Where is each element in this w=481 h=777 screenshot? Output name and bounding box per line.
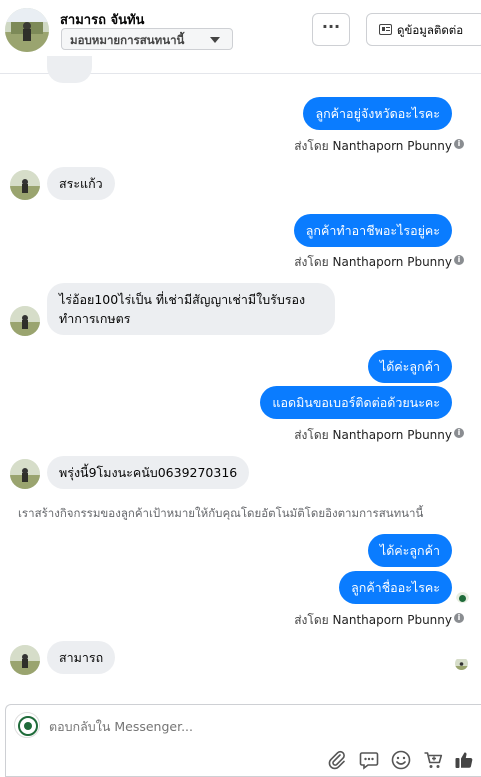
message-bubble-incoming: ไร่อ้อย100ไร่เป็น ที่เช่ามีสัญญาเช่ามีใบ… (47, 283, 335, 335)
sent-by-prefix: ส่งโดย (294, 613, 329, 627)
like-icon[interactable] (453, 749, 475, 771)
contact-name[interactable]: สามารถ จันทัน (60, 9, 144, 30)
emoji-icon[interactable] (390, 749, 412, 771)
paperclip-icon[interactable] (326, 749, 348, 771)
sent-by-prefix: ส่งโดย (294, 139, 329, 153)
message-bubble-outgoing: ลูกค้าทำอาชีพอะไรอยู่คะ (293, 214, 452, 247)
view-contact-label: ดูข้อมูลติดต่อ (397, 23, 464, 37)
contact-avatar-small[interactable] (10, 170, 40, 200)
sender-name: Nanthaporn Pbunny (332, 428, 452, 442)
more-options-button[interactable]: ··· (312, 13, 350, 46)
info-icon[interactable]: i (454, 139, 464, 149)
sent-by-label: ส่งโดย Nanthaporn Pbunny (294, 611, 452, 630)
sent-by-label: ส่งโดย Nanthaporn Pbunny (294, 426, 452, 445)
sent-by-label: ส่งโดย Nanthaporn Pbunny (294, 137, 452, 156)
sent-by-prefix: ส่งโดย (294, 428, 329, 442)
message-bubble-incoming: พรุ่งนี้9โมงนะคนับ0639270316 (47, 456, 250, 489)
contact-avatar[interactable] (5, 8, 49, 52)
message-bubble-incoming: สระแก้ว (47, 167, 115, 200)
sender-name: Nanthaporn Pbunny (332, 613, 452, 627)
info-icon[interactable]: i (454, 613, 464, 623)
system-activity-note: เราสร้างกิจกรรมของลูกค้าเป้าหมายให้กับคุ… (18, 506, 424, 520)
message-bubble-incoming: สามารถ (47, 641, 116, 674)
sent-by-label: ส่งโดย Nanthaporn Pbunny (294, 253, 452, 272)
assign-conversation-dropdown[interactable]: มอบหมายการสนทนานี้ (61, 28, 233, 50)
assign-conversation-label: มอบหมายการสนทนานี้ (70, 33, 185, 47)
message-bubble-outgoing: ได้ค่ะลูกค้า (367, 350, 452, 383)
message-bubble-outgoing: ลูกค้าอยู่จังหวัดอะไรคะ (303, 97, 452, 130)
sender-name: Nanthaporn Pbunny (332, 139, 452, 153)
reply-input[interactable] (49, 719, 349, 734)
reply-composer (5, 704, 481, 777)
message-bubble-outgoing: ได้ค่ะลูกค้า (367, 534, 452, 567)
message-bubble-outgoing: ลูกค้าชื่ออะไรคะ (339, 571, 452, 604)
view-contact-button[interactable]: ดูข้อมูลติดต่อ (366, 13, 481, 46)
info-icon[interactable]: i (454, 428, 464, 438)
seen-avatar-icon (455, 657, 468, 670)
message-bubble-truncated (47, 56, 92, 83)
contact-avatar-small[interactable] (10, 645, 40, 675)
caret-down-icon (210, 37, 220, 43)
sender-name: Nanthaporn Pbunny (332, 255, 452, 269)
contact-avatar-small[interactable] (10, 459, 40, 489)
cart-icon[interactable] (422, 749, 444, 771)
info-icon[interactable]: i (454, 255, 464, 265)
contact-avatar-small[interactable] (10, 306, 40, 336)
seen-avatar-icon (456, 590, 469, 603)
page-avatar (14, 712, 40, 738)
message-bubble-outgoing: แอดมินขอเบอร์ติดต่อด้วยนะคะ (260, 386, 452, 419)
sent-by-prefix: ส่งโดย (294, 255, 329, 269)
card-icon (379, 24, 392, 35)
saved-reply-icon[interactable] (358, 749, 380, 771)
